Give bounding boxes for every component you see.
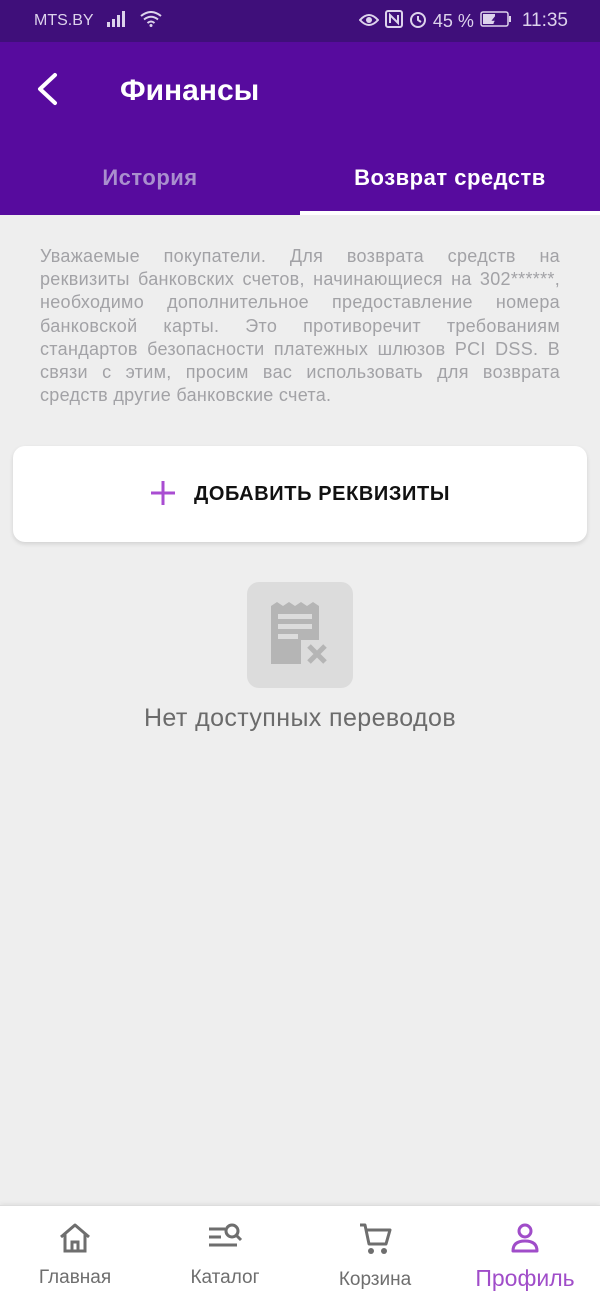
nfc-icon	[384, 9, 403, 33]
page-title: Финансы	[120, 74, 260, 107]
plus-icon	[150, 475, 176, 513]
add-requisites-button[interactable]: ДОБАВИТЬ РЕКВИЗИТЫ	[13, 446, 587, 542]
nav-home[interactable]: Главная	[0, 1206, 150, 1299]
catalog-search-icon	[207, 1222, 243, 1259]
back-arrow-icon	[35, 72, 59, 111]
nav-catalog[interactable]: Каталог	[150, 1206, 300, 1299]
nav-home-label: Главная	[38, 1267, 112, 1288]
battery-icon	[480, 10, 512, 32]
carrier-label: MTS.BY	[34, 12, 94, 29]
receipt-cancel-icon	[247, 582, 353, 688]
nav-catalog-label: Каталог	[190, 1267, 260, 1288]
signal-icon	[106, 10, 128, 32]
nav-profile[interactable]: Профиль	[450, 1206, 600, 1299]
nav-profile-label: Профиль	[475, 1265, 575, 1291]
profile-icon	[509, 1222, 541, 1259]
cart-icon	[358, 1222, 392, 1261]
refund-notice-text: Уважаемые покупатели. Для возврата средс…	[40, 246, 560, 406]
tab-history[interactable]: История	[0, 140, 300, 215]
empty-state-text: Нет доступных переводов	[143, 704, 457, 732]
clock: 11:35	[521, 10, 568, 31]
home-icon	[58, 1222, 92, 1259]
nav-cart[interactable]: Корзина	[300, 1206, 450, 1299]
nav-cart-label: Корзина	[338, 1269, 412, 1290]
tab-bar: История Возврат средств	[0, 140, 600, 215]
status-bar: MTS.BY 45 % 11:35	[0, 0, 600, 42]
eye-icon	[358, 11, 380, 32]
tab-refund[interactable]: Возврат средств	[300, 140, 600, 215]
app-bar: Финансы	[0, 42, 600, 140]
alarm-icon	[409, 10, 427, 33]
back-button[interactable]	[12, 56, 82, 126]
bottom-navigation: Главная Каталог Корзина Профиль	[0, 1205, 600, 1299]
wifi-icon	[139, 10, 162, 32]
battery-percent: 45 %	[432, 10, 474, 31]
add-requisites-label: ДОБАВИТЬ РЕКВИЗИТЫ	[193, 482, 451, 505]
